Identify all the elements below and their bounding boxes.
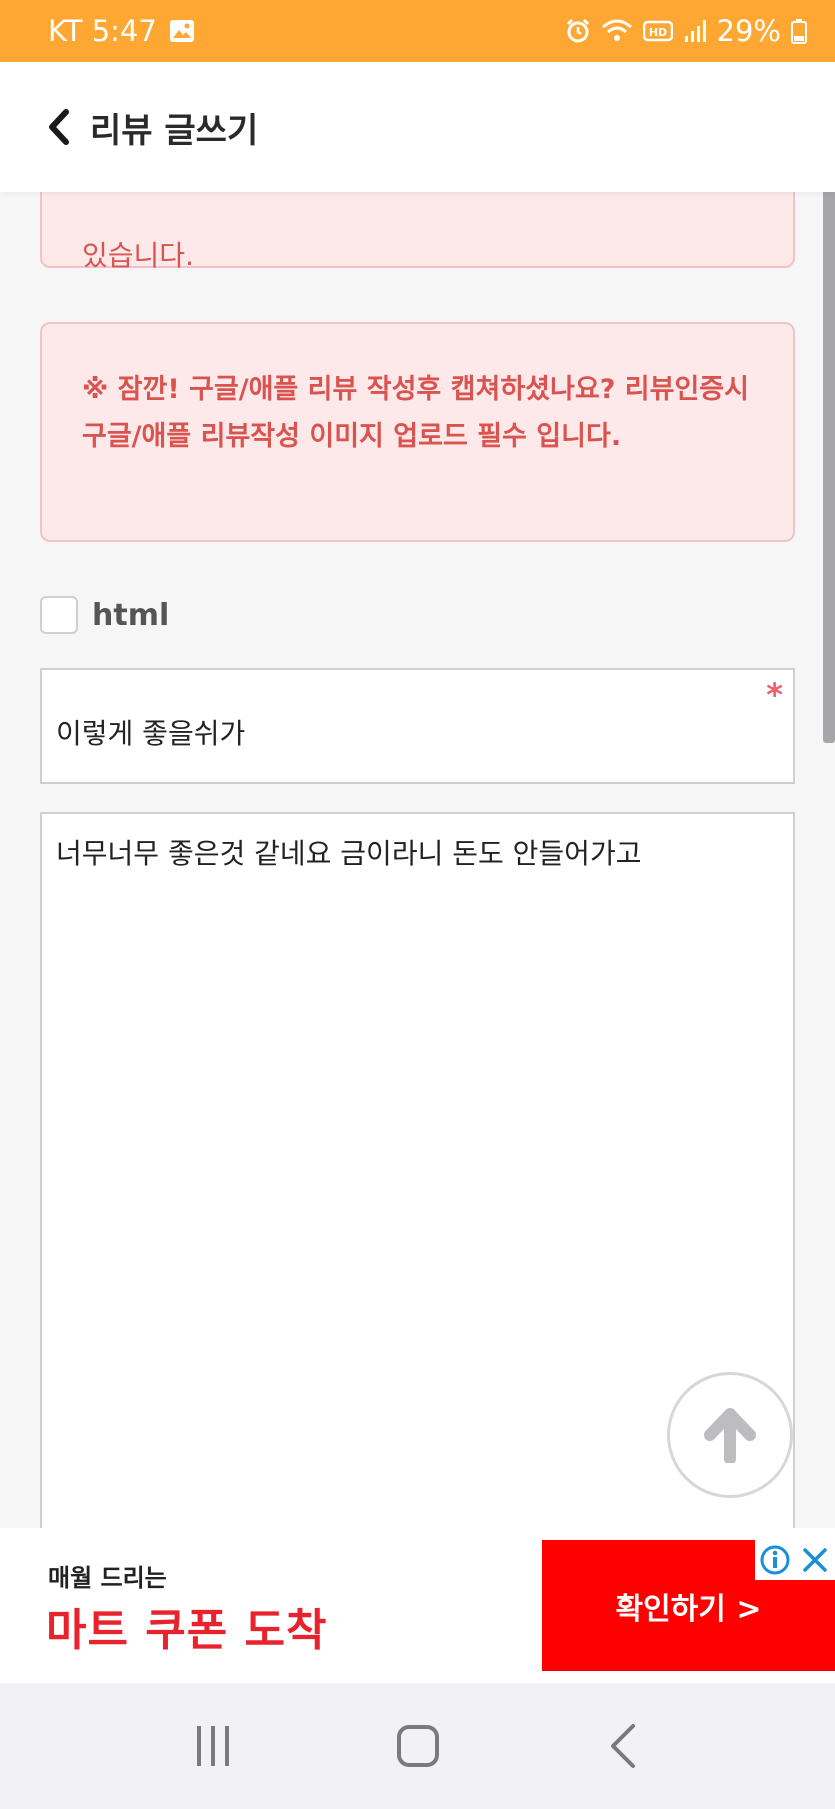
home-icon bbox=[396, 1725, 439, 1767]
review-title-input[interactable]: 이렇게 좋을쉬가 * bbox=[40, 668, 795, 784]
system-back-button[interactable] bbox=[583, 1706, 663, 1786]
recent-apps-icon bbox=[196, 1726, 229, 1766]
battery-icon bbox=[791, 18, 807, 44]
chevron-left-icon bbox=[49, 109, 69, 145]
ad-info-icon[interactable] bbox=[755, 1540, 795, 1580]
back-arrow-icon bbox=[610, 1724, 635, 1768]
hd-icon: HD bbox=[642, 19, 673, 43]
scrollbar[interactable] bbox=[823, 148, 835, 743]
html-toggle[interactable]: html bbox=[40, 596, 169, 634]
scroll-to-top-button[interactable] bbox=[667, 1372, 793, 1498]
svg-text:HD: HD bbox=[648, 26, 666, 39]
html-checkbox[interactable] bbox=[40, 596, 78, 634]
required-asterisk-icon: * bbox=[766, 676, 783, 714]
alarm-icon bbox=[565, 18, 591, 44]
ad-subtitle: 매월 드리는 bbox=[48, 1564, 167, 1592]
html-checkbox-label: html bbox=[92, 597, 170, 633]
image-icon bbox=[169, 19, 195, 43]
arrow-up-icon bbox=[704, 1408, 756, 1463]
status-bar: KT 5:47 HD 29% bbox=[0, 0, 835, 62]
ad-close-icon[interactable] bbox=[795, 1540, 835, 1580]
page-title: 리뷰 글쓰기 bbox=[90, 110, 259, 151]
ad-headline: 마트 쿠폰 도착 bbox=[46, 1605, 328, 1656]
notice-alert-capture: ※ 잠깐! 구글/애플 리뷰 작성후 캡쳐하셨나요? 리뷰인증시 구글/애플 리… bbox=[40, 322, 795, 542]
app-header: 리뷰 글쓰기 bbox=[0, 62, 835, 192]
review-body-value: 너무너무 좋은것 같네요 금이라니 돈도 안들어가고 bbox=[56, 837, 642, 870]
carrier-time: KT 5:47 bbox=[48, 14, 157, 48]
signal-icon bbox=[683, 18, 707, 44]
ad-banner[interactable]: 매월 드리는 마트 쿠폰 도착 확인하기 > bbox=[0, 1528, 835, 1683]
ad-badges bbox=[755, 1540, 835, 1580]
status-right: HD 29% bbox=[565, 14, 807, 48]
system-nav-bar bbox=[0, 1683, 835, 1809]
home-button[interactable] bbox=[378, 1706, 458, 1786]
recent-apps-button[interactable] bbox=[173, 1706, 253, 1786]
battery-percent: 29% bbox=[716, 14, 781, 48]
wifi-icon bbox=[601, 18, 633, 44]
review-title-value: 이렇게 좋을쉬가 bbox=[56, 717, 246, 750]
notice-alert-capture-text: ※ 잠깐! 구글/애플 리뷰 작성후 캡쳐하셨나요? 리뷰인증시 구글/애플 리… bbox=[82, 374, 749, 452]
back-button[interactable] bbox=[38, 97, 78, 157]
notice-alert-top-text: 있습니다. bbox=[82, 239, 194, 272]
status-left: KT 5:47 bbox=[48, 14, 195, 48]
